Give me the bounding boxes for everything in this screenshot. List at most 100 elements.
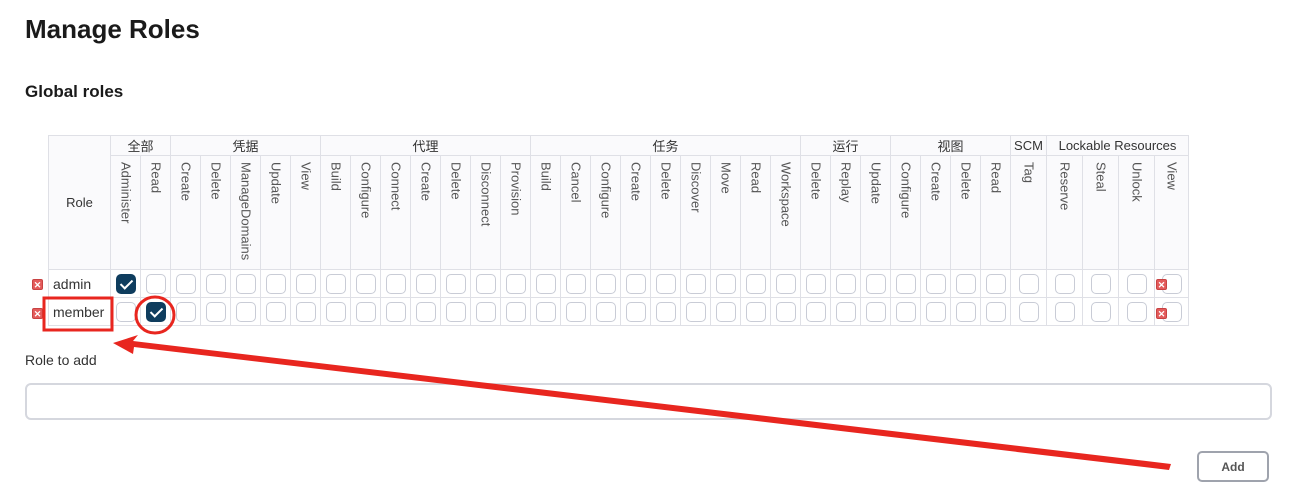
- permission-label: Replay: [838, 162, 854, 203]
- permission-header-18: Delete: [650, 155, 681, 270]
- permission-checkbox[interactable]: [235, 273, 256, 294]
- permission-checkbox[interactable]: [535, 301, 556, 322]
- permission-checkbox[interactable]: [265, 301, 286, 322]
- permission-checkbox[interactable]: [625, 301, 646, 322]
- permission-checkbox[interactable]: [1054, 273, 1075, 294]
- permission-header-30: Tag: [1010, 155, 1047, 270]
- permission-checkbox[interactable]: [535, 273, 556, 294]
- permission-checkbox[interactable]: [835, 301, 856, 322]
- permission-label: Reserve: [1057, 162, 1073, 211]
- permission-cell: [320, 297, 351, 326]
- permission-checkbox[interactable]: [985, 273, 1006, 294]
- permission-cell: [140, 269, 171, 298]
- delete-role-admin-right-icon[interactable]: ✕: [1156, 279, 1167, 290]
- permission-checkbox[interactable]: [205, 301, 226, 322]
- permission-checkbox[interactable]: [115, 273, 136, 294]
- role-to-add-input[interactable]: [25, 383, 1272, 420]
- permission-checkbox[interactable]: [805, 273, 826, 294]
- permission-header-7: Build: [320, 155, 351, 270]
- permission-header-28: Delete: [950, 155, 981, 270]
- delete-role-member-icon[interactable]: ✕: [32, 308, 43, 319]
- permission-checkbox[interactable]: [1054, 301, 1075, 322]
- permission-checkbox[interactable]: [955, 273, 976, 294]
- permission-checkbox[interactable]: [1126, 301, 1147, 322]
- permission-checkbox[interactable]: [115, 301, 136, 322]
- permission-checkbox[interactable]: [295, 301, 316, 322]
- permission-checkbox[interactable]: [1126, 273, 1147, 294]
- global-roles-table: Role 全部 凭据 代理 任务 运行 视图 SCM Lockable Resources A…: [48, 135, 1189, 326]
- permission-header-23: Delete: [800, 155, 831, 270]
- permission-cell: [440, 297, 471, 326]
- permission-checkbox[interactable]: [265, 273, 286, 294]
- permission-checkbox[interactable]: [625, 273, 646, 294]
- permission-checkbox[interactable]: [475, 301, 496, 322]
- permission-checkbox[interactable]: [745, 273, 766, 294]
- permission-cell: [1118, 297, 1155, 326]
- permission-checkbox[interactable]: [415, 273, 436, 294]
- permission-checkbox[interactable]: [745, 301, 766, 322]
- permission-checkbox[interactable]: [715, 273, 736, 294]
- delete-role-member-right-icon[interactable]: ✕: [1156, 308, 1167, 319]
- permission-checkbox[interactable]: [325, 301, 346, 322]
- permission-cell: [560, 269, 591, 298]
- role-row-member: member: [48, 297, 1189, 326]
- permission-checkbox[interactable]: [175, 301, 196, 322]
- permission-checkbox[interactable]: [565, 273, 586, 294]
- permission-group-3: 任务: [530, 135, 801, 156]
- permission-checkbox[interactable]: [145, 273, 166, 294]
- permission-header-34: View: [1154, 155, 1189, 270]
- permission-checkbox[interactable]: [865, 273, 886, 294]
- permission-checkbox[interactable]: [835, 273, 856, 294]
- permission-checkbox[interactable]: [955, 301, 976, 322]
- permission-checkbox[interactable]: [715, 301, 736, 322]
- permission-cell: [770, 269, 801, 298]
- permission-checkbox[interactable]: [325, 273, 346, 294]
- permission-checkbox[interactable]: [1018, 301, 1039, 322]
- permission-checkbox[interactable]: [145, 301, 166, 322]
- permission-checkbox[interactable]: [595, 273, 616, 294]
- permission-checkbox[interactable]: [445, 301, 466, 322]
- permission-checkbox[interactable]: [235, 301, 256, 322]
- permission-cell: [470, 297, 501, 326]
- permission-cell: [650, 269, 681, 298]
- permission-checkbox[interactable]: [385, 301, 406, 322]
- permission-label: Steal: [1093, 162, 1109, 192]
- permission-checkbox[interactable]: [355, 301, 376, 322]
- add-role-button[interactable]: Add: [1197, 451, 1269, 482]
- permission-header-11: Delete: [440, 155, 471, 270]
- permission-checkbox[interactable]: [805, 301, 826, 322]
- permission-checkbox[interactable]: [895, 273, 916, 294]
- permission-checkbox[interactable]: [475, 273, 496, 294]
- permission-header-22: Workspace: [770, 155, 801, 270]
- permission-checkbox[interactable]: [385, 273, 406, 294]
- permission-checkbox[interactable]: [175, 273, 196, 294]
- permission-checkbox[interactable]: [1090, 301, 1111, 322]
- permission-checkbox[interactable]: [1090, 273, 1111, 294]
- permission-checkbox[interactable]: [595, 301, 616, 322]
- permission-checkbox[interactable]: [205, 273, 226, 294]
- permission-checkbox[interactable]: [895, 301, 916, 322]
- permission-cell: [950, 269, 981, 298]
- permission-checkbox[interactable]: [415, 301, 436, 322]
- permission-checkbox[interactable]: [505, 273, 526, 294]
- permission-checkbox[interactable]: [655, 301, 676, 322]
- permission-checkbox[interactable]: [505, 301, 526, 322]
- permission-checkbox[interactable]: [685, 301, 706, 322]
- permission-checkbox[interactable]: [985, 301, 1006, 322]
- permission-checkbox[interactable]: [775, 301, 796, 322]
- permission-checkbox[interactable]: [685, 273, 706, 294]
- permission-label: Read: [748, 162, 764, 194]
- delete-role-admin-icon[interactable]: ✕: [32, 279, 43, 290]
- permission-checkbox[interactable]: [925, 273, 946, 294]
- permission-cell: [1046, 269, 1083, 298]
- permission-label: View: [1164, 162, 1180, 190]
- permission-checkbox[interactable]: [445, 273, 466, 294]
- permission-checkbox[interactable]: [865, 301, 886, 322]
- permission-checkbox[interactable]: [925, 301, 946, 322]
- permission-checkbox[interactable]: [565, 301, 586, 322]
- permission-checkbox[interactable]: [295, 273, 316, 294]
- permission-checkbox[interactable]: [1018, 273, 1039, 294]
- permission-checkbox[interactable]: [355, 273, 376, 294]
- permission-checkbox[interactable]: [775, 273, 796, 294]
- permission-checkbox[interactable]: [655, 273, 676, 294]
